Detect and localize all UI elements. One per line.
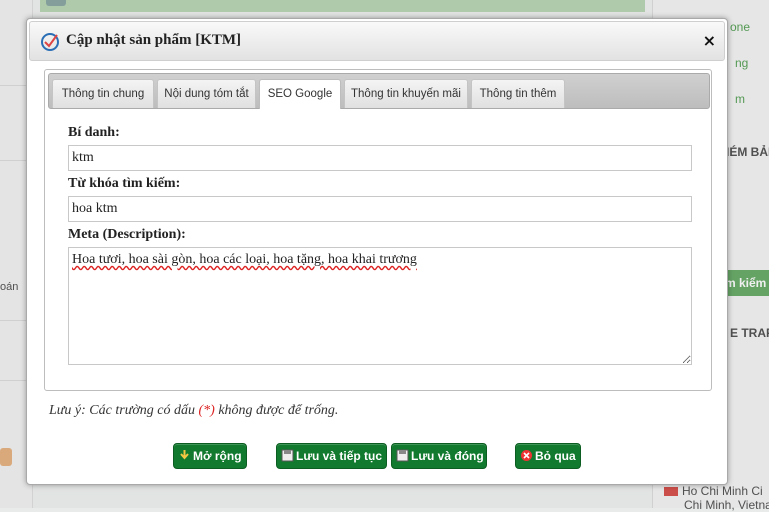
update-product-dialog: Cập nhật sản phẩm [KTM] × Thông tin chun… (26, 18, 728, 485)
required-marker: (*) (198, 403, 215, 418)
expand-button-label: Mở rộng (193, 449, 242, 463)
keywords-label: Từ khóa tìm kiếm: (68, 176, 181, 191)
alias-input[interactable] (68, 145, 692, 171)
tab-bar: Thông tin chung Nội dung tóm tắt SEO Goo… (48, 73, 710, 109)
note-suffix: không được để trống. (218, 403, 339, 418)
save-continue-button-label: Lưu và tiếp tục (296, 449, 383, 463)
tab-more-info[interactable]: Thông tin thêm (471, 79, 565, 108)
expand-button[interactable]: Mở rộng (173, 443, 247, 469)
meta-description-textarea[interactable]: Hoa tươi, hoa sài gòn, hoa các loại, hoa… (68, 247, 692, 365)
dialog-title: Cập nhật sản phẩm [KTM] (66, 32, 242, 48)
cancel-icon (521, 450, 532, 461)
dialog-titlebar: Cập nhật sản phẩm [KTM] × (29, 21, 725, 61)
arrow-down-icon (180, 450, 189, 460)
required-fields-note: Lưu ý: Các trường có dấu (*) không được … (49, 403, 338, 419)
skip-button-label: Bỏ qua (535, 449, 576, 463)
save-close-button[interactable]: Lưu và đóng (391, 443, 487, 469)
alias-label: Bí danh: (68, 125, 120, 140)
save-continue-button[interactable]: Lưu và tiếp tục (276, 443, 387, 469)
meta-description-label: Meta (Description): (68, 227, 186, 242)
skip-button[interactable]: Bỏ qua (515, 443, 581, 469)
tab-seo-google[interactable]: SEO Google (259, 79, 341, 109)
note-prefix: Lưu ý: Các trường có dấu (49, 403, 196, 418)
edit-product-icon (41, 33, 59, 51)
close-icon[interactable]: × (703, 31, 716, 50)
save-icon (396, 449, 409, 462)
tab-promotion-info[interactable]: Thông tin khuyến mãi (344, 79, 468, 108)
tab-general-info[interactable]: Thông tin chung (52, 79, 154, 108)
save-icon (281, 449, 294, 462)
keywords-input[interactable] (68, 196, 692, 222)
tab-panel: Thông tin chung Nội dung tóm tắt SEO Goo… (44, 69, 712, 391)
save-close-button-label: Lưu và đóng (411, 449, 484, 463)
tab-summary[interactable]: Nội dung tóm tắt (157, 79, 256, 108)
